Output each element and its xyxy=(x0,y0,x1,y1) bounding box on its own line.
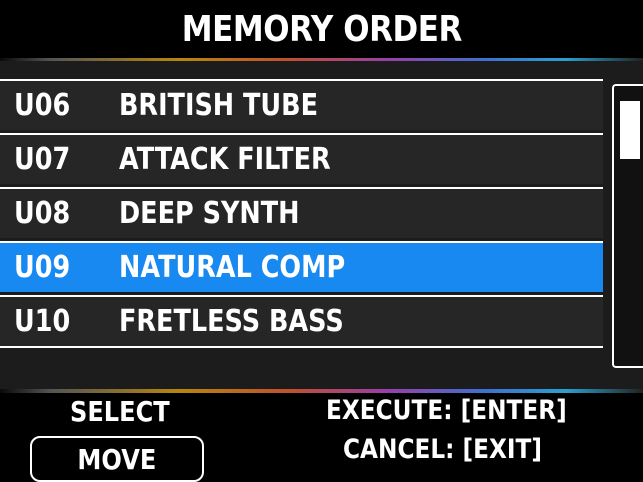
title-bar: MEMORY ORDER xyxy=(0,0,643,58)
memory-name: BRITISH TUBE xyxy=(119,88,318,123)
list-bottom-divider xyxy=(0,346,603,348)
list-item[interactable]: U06 BRITISH TUBE xyxy=(0,79,603,130)
list-item[interactable]: U07 ATTACK FILTER xyxy=(0,133,603,184)
memory-id: U07 xyxy=(14,142,71,177)
footer: SELECT MOVE EXECUTE: [ENTER] CANCEL: [EX… xyxy=(0,393,643,482)
memory-id: U10 xyxy=(14,304,71,339)
list-item[interactable]: U08 DEEP SYNTH xyxy=(0,187,603,238)
move-button-label: MOVE xyxy=(77,442,157,476)
memory-name: FRETLESS BASS xyxy=(119,304,344,339)
memory-list-panel: U06 BRITISH TUBE U07 ATTACK FILTER U08 D… xyxy=(0,61,643,389)
memory-name: NATURAL COMP xyxy=(119,250,346,285)
execute-hint: EXECUTE: [ENTER] xyxy=(326,395,567,426)
list-item[interactable]: U10 FRETLESS BASS xyxy=(0,295,603,346)
memory-name: ATTACK FILTER xyxy=(119,142,331,177)
move-button[interactable]: MOVE xyxy=(30,436,204,482)
cancel-hint: CANCEL: [EXIT] xyxy=(343,434,542,465)
memory-name: DEEP SYNTH xyxy=(119,196,300,231)
memory-id: U09 xyxy=(14,250,71,285)
select-label: SELECT xyxy=(70,395,170,428)
memory-id: U08 xyxy=(14,196,71,231)
memory-id: U06 xyxy=(14,88,71,123)
scrollbar-thumb[interactable] xyxy=(620,101,640,159)
list-item-selected[interactable]: U09 NATURAL COMP xyxy=(0,241,603,292)
page-title: MEMORY ORDER xyxy=(181,8,462,50)
